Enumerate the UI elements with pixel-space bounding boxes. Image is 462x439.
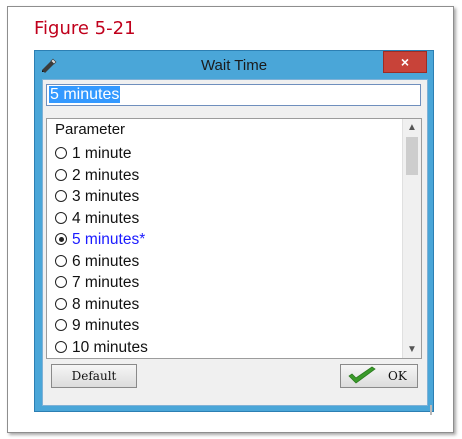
radio-icon[interactable]	[55, 254, 67, 267]
parameter-list[interactable]: Parameter 1 minute 2 minutes 3 minutes 4 mi…	[46, 118, 422, 359]
list-item[interactable]: 7 minutes	[55, 272, 148, 294]
list-item[interactable]: 4 minutes	[55, 208, 148, 230]
list-item-label: 4 minutes	[72, 209, 140, 227]
divider	[430, 405, 432, 415]
list-item[interactable]: 6 minutes	[55, 251, 148, 273]
list-item[interactable]: 9 minutes	[55, 315, 148, 337]
list-item-label: 8 minutes	[72, 295, 140, 313]
radio-icon[interactable]	[55, 168, 67, 181]
close-button[interactable]: ×	[383, 51, 427, 73]
wait-time-dialog: Wait Time × 5 minutes Parameter 1 minute…	[34, 50, 434, 412]
dialog-body: 5 minutes Parameter 1 minute 2 minutes 3 m…	[42, 79, 428, 406]
list-item[interactable]: 11 minutes	[55, 358, 148, 359]
checkmark-icon	[347, 366, 377, 386]
list-item[interactable]: 10 minutes	[55, 337, 148, 359]
scroll-thumb[interactable]	[406, 137, 418, 175]
radio-icon[interactable]	[55, 297, 67, 310]
figure-label: Figure 5-21	[34, 18, 136, 39]
chevron-down-icon[interactable]: ▼	[403, 341, 421, 358]
value-input[interactable]: 5 minutes	[46, 84, 421, 106]
list-item[interactable]: 8 minutes	[55, 294, 148, 316]
list-item-label: 9 minutes	[72, 317, 140, 334]
list-item-label: 6 minutes	[72, 252, 140, 270]
list-item[interactable]: 5 minutes*	[55, 229, 148, 251]
radio-icon[interactable]	[55, 276, 67, 288]
close-icon: ×	[400, 54, 410, 70]
list-item[interactable]: 2 minutes	[55, 165, 148, 187]
radio-icon[interactable]	[55, 340, 67, 353]
list-item-label: 10 minutes	[72, 338, 148, 356]
radio-icon[interactable]	[55, 211, 67, 224]
default-button[interactable]: Default	[51, 364, 137, 388]
list-items: 1 minute 2 minutes 3 minutes 4 minutes 5 min…	[55, 143, 148, 359]
dialog-title: Wait Time	[200, 57, 268, 74]
list-item-label: 5 minutes*	[72, 231, 146, 248]
list-item-label: 7 minutes	[72, 274, 140, 291]
list-item-label: 1 minute	[72, 145, 132, 162]
radio-checked-icon[interactable]	[55, 233, 67, 245]
list-item[interactable]: 3 minutes	[55, 186, 148, 208]
ok-button[interactable]: OK	[340, 364, 418, 388]
radio-icon[interactable]	[55, 190, 67, 202]
list-item[interactable]: 1 minute	[55, 143, 148, 165]
title-bar[interactable]: Wait Time ×	[35, 51, 433, 79]
ok-label: OK	[388, 369, 407, 383]
radio-icon[interactable]	[55, 147, 67, 159]
vertical-scrollbar[interactable]: ▲ ▼	[402, 119, 421, 358]
radio-icon[interactable]	[55, 319, 67, 331]
value-input-text: 5 minutes	[49, 86, 121, 103]
list-item-label: 2 minutes	[72, 166, 140, 184]
list-header: Parameter	[55, 121, 126, 138]
chevron-up-icon[interactable]: ▲	[403, 119, 421, 136]
list-item-label: 3 minutes	[72, 188, 140, 205]
